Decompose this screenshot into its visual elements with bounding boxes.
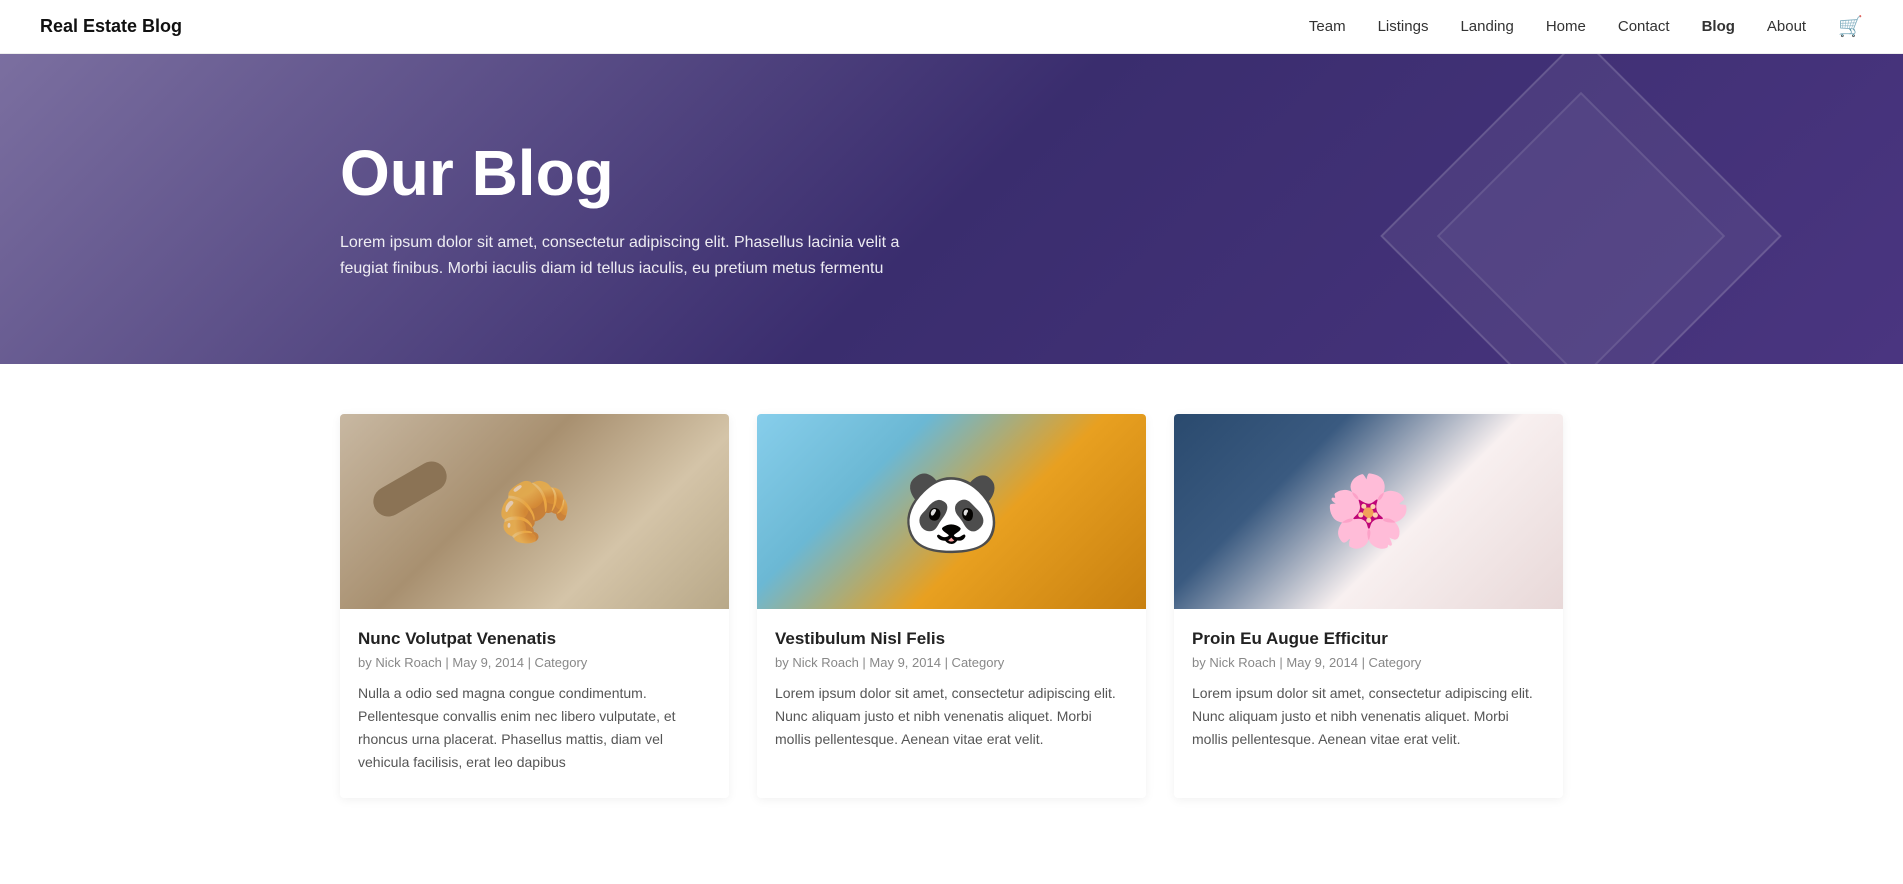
nav-item-contact[interactable]: Contact <box>1618 18 1670 36</box>
navbar: Real Estate Blog Team Listings Landing H… <box>0 0 1903 54</box>
card-title-1: Vestibulum Nisl Felis <box>775 629 1128 649</box>
nav-item-team[interactable]: Team <box>1309 18 1346 36</box>
cart-icon[interactable]: 🛒 <box>1838 16 1863 38</box>
blog-card[interactable]: Nunc Volutpat Venenatis by Nick Roach | … <box>340 414 729 798</box>
card-body-1: Vestibulum Nisl Felis by Nick Roach | Ma… <box>757 609 1146 775</box>
nav-link-landing[interactable]: Landing <box>1460 18 1513 35</box>
hero-section: Our Blog Lorem ipsum dolor sit amet, con… <box>0 54 1903 364</box>
card-text-1: Lorem ipsum dolor sit amet, consectetur … <box>775 682 1128 751</box>
site-logo[interactable]: Real Estate Blog <box>40 16 182 37</box>
blog-card[interactable]: Proin Eu Augue Efficitur by Nick Roach |… <box>1174 414 1563 798</box>
card-image-1 <box>757 414 1146 609</box>
nav-link-contact[interactable]: Contact <box>1618 18 1670 35</box>
card-image-2 <box>1174 414 1563 609</box>
card-meta-1: by Nick Roach | May 9, 2014 | Category <box>775 655 1128 670</box>
card-meta-0: by Nick Roach | May 9, 2014 | Category <box>358 655 711 670</box>
card-title-2: Proin Eu Augue Efficitur <box>1192 629 1545 649</box>
blog-grid: Nunc Volutpat Venenatis by Nick Roach | … <box>340 414 1563 798</box>
cart-item[interactable]: 🛒 <box>1838 14 1863 39</box>
nav-item-blog[interactable]: Blog <box>1702 18 1735 36</box>
card-body-0: Nunc Volutpat Venenatis by Nick Roach | … <box>340 609 729 798</box>
blog-card[interactable]: Vestibulum Nisl Felis by Nick Roach | Ma… <box>757 414 1146 798</box>
card-meta-2: by Nick Roach | May 9, 2014 | Category <box>1192 655 1545 670</box>
card-body-2: Proin Eu Augue Efficitur by Nick Roach |… <box>1174 609 1563 775</box>
nav-item-home[interactable]: Home <box>1546 18 1586 36</box>
card-text-0: Nulla a odio sed magna congue condimentu… <box>358 682 711 774</box>
nav-item-listings[interactable]: Listings <box>1378 18 1429 36</box>
card-text-2: Lorem ipsum dolor sit amet, consectetur … <box>1192 682 1545 751</box>
hero-description: Lorem ipsum dolor sit amet, consectetur … <box>340 230 900 281</box>
nav-item-landing[interactable]: Landing <box>1460 18 1513 36</box>
nav-link-team[interactable]: Team <box>1309 18 1346 35</box>
nav-link-blog[interactable]: Blog <box>1702 18 1735 35</box>
card-title-0: Nunc Volutpat Venenatis <box>358 629 711 649</box>
hero-title: Our Blog <box>340 136 1563 210</box>
nav-link-home[interactable]: Home <box>1546 18 1586 35</box>
nav-links: Team Listings Landing Home Contact Blog … <box>1309 14 1863 39</box>
blog-section: Nunc Volutpat Venenatis by Nick Roach | … <box>0 364 1903 858</box>
nav-link-listings[interactable]: Listings <box>1378 18 1429 35</box>
nav-item-about[interactable]: About <box>1767 18 1806 36</box>
card-image-0 <box>340 414 729 609</box>
nav-link-about[interactable]: About <box>1767 18 1806 35</box>
